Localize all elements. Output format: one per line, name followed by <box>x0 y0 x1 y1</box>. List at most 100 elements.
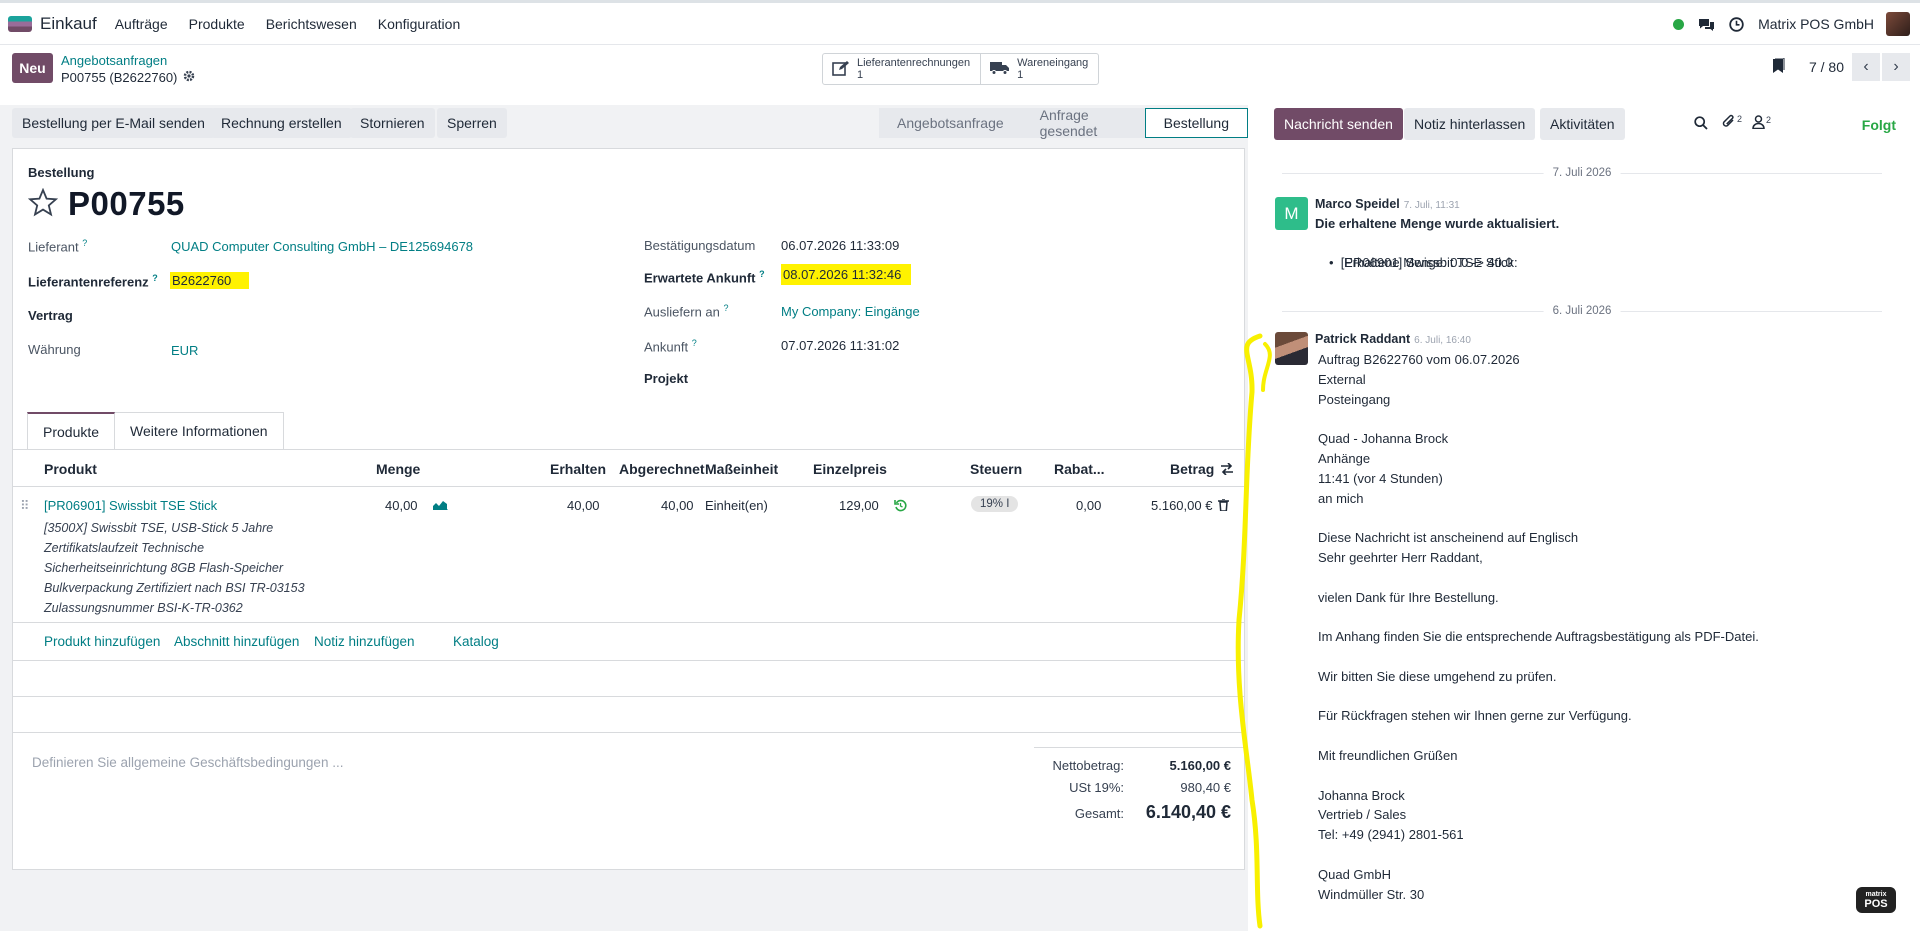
discuss-icon[interactable] <box>1698 17 1715 32</box>
line-discount[interactable]: 0,00 <box>1076 498 1101 513</box>
order-name: P00755 <box>68 185 185 222</box>
optional-columns-icon[interactable] <box>1220 462 1234 478</box>
expected-arrival-field[interactable]: 08.07.2026 11:32:46 <box>781 264 912 285</box>
attachments-count: 2 <box>1737 114 1743 124</box>
company-switcher[interactable]: Matrix POS GmbH <box>1758 16 1874 32</box>
order-lines-header: Produkt Menge Erhalten Abgerechnet Maßei… <box>13 449 1244 487</box>
notebook-tabs: Produkte Weitere Informationen <box>27 412 284 449</box>
confirmation-date-field[interactable]: 06.07.2026 11:33:09 <box>781 238 899 253</box>
menu-berichtswesen[interactable]: Berichtswesen <box>266 16 357 32</box>
receipt-label: Wareneingang <box>1017 57 1089 69</box>
author-avatar[interactable] <box>1275 332 1308 365</box>
user-avatar[interactable] <box>1886 12 1910 36</box>
send-message-button[interactable]: Nachricht senden <box>1274 108 1403 140</box>
tab-products[interactable]: Produkte <box>27 412 116 449</box>
search-messages-icon[interactable] <box>1694 116 1708 130</box>
activity-clock-icon[interactable] <box>1729 16 1744 32</box>
tax-label: USt 19%: <box>1069 780 1124 795</box>
deliver-to-field[interactable]: My Company: Eingänge <box>781 304 920 319</box>
col-quantity[interactable]: Menge <box>376 461 420 477</box>
new-button[interactable]: Neu <box>12 53 53 83</box>
receipt-button[interactable]: Wareneingang 1 <box>980 54 1098 84</box>
col-subtotal[interactable]: Betrag <box>1170 461 1214 477</box>
lock-order-button[interactable]: Sperren <box>437 108 507 138</box>
forecast-chart-icon[interactable] <box>433 498 448 513</box>
online-status-icon[interactable] <box>1673 18 1685 30</box>
vendor-label: Lieferant ? <box>28 238 88 255</box>
vendor-bills-button[interactable]: Lieferantenrechnungen 1 <box>823 54 980 84</box>
history-icon[interactable] <box>894 499 907 515</box>
col-billed[interactable]: Abgerechnet <box>619 461 705 477</box>
menu-auftraege[interactable]: Aufträge <box>115 16 168 32</box>
activities-button[interactable]: Aktivitäten <box>1540 108 1625 140</box>
author-avatar[interactable]: M <box>1275 197 1308 230</box>
pager-previous-button[interactable]: ‹ <box>1852 53 1880 81</box>
untaxed-label: Nettobetrag: <box>1052 758 1124 773</box>
line-product[interactable]: [PR06901] Swissbit TSE Stick <box>44 498 217 513</box>
app-brand[interactable]: Einkauf <box>8 14 97 34</box>
vendor-reference-value: B2622760 <box>170 272 250 289</box>
line-quantity[interactable]: 40,00 <box>385 498 418 513</box>
trash-icon[interactable] <box>1218 498 1229 514</box>
total-amount: 6.140,40 € <box>1145 802 1231 822</box>
breadcrumb-current: P00755 (B2622760) <box>61 70 195 85</box>
star-icon[interactable] <box>27 187 59 220</box>
col-product[interactable]: Produkt <box>44 461 97 477</box>
confirmation-date-label: Bestätigungsdatum <box>644 238 756 253</box>
col-discount[interactable]: Rabat... <box>1054 461 1105 477</box>
message-body: Auftrag B2622760 vom 06.07.2026 External… <box>1318 352 1759 902</box>
message-subject: Die erhaltene Menge wurde aktualisiert. <box>1315 216 1560 231</box>
tab-other-info[interactable]: Weitere Informationen <box>115 412 284 449</box>
following-button[interactable]: Folgt <box>1862 117 1896 133</box>
vendor-field[interactable]: QUAD Computer Consulting GmbH – DE125694… <box>171 239 473 254</box>
contract-label: Vertrag <box>28 308 73 323</box>
send-po-email-button[interactable]: Bestellung per E-Mail senden <box>12 108 215 138</box>
catalog-link[interactable]: Katalog <box>453 634 499 649</box>
order-line-row[interactable]: ⠿ [PR06901] Swissbit TSE Stick [3500X] S… <box>13 487 1244 623</box>
add-line-row: Produkt hinzufügen Abschnitt hinzufügen … <box>13 623 1244 661</box>
log-note-button[interactable]: Notiz hinterlassen <box>1404 108 1536 140</box>
document-type: Bestellung <box>28 165 95 180</box>
terms-conditions-field[interactable]: Definieren Sie allgemeine Geschäftsbedin… <box>32 755 343 770</box>
col-received[interactable]: Erhalten <box>550 461 606 477</box>
gear-icon[interactable] <box>183 70 195 85</box>
empty-row <box>13 661 1244 697</box>
breadcrumb-rfq[interactable]: Angebotsanfragen <box>61 53 167 68</box>
line-tax-badge[interactable]: 19% I <box>971 496 1019 512</box>
col-taxes[interactable]: Steuern <box>970 461 1022 477</box>
line-received[interactable]: 40,00 <box>567 498 600 513</box>
stage-purchase-order[interactable]: Bestellung <box>1144 108 1248 138</box>
add-section-link[interactable]: Abschnitt hinzufügen <box>174 634 299 649</box>
pager-value[interactable]: 7 / 80 <box>1809 59 1844 75</box>
menu-produkte[interactable]: Produkte <box>189 16 245 32</box>
create-bill-button[interactable]: Rechnung erstellen <box>211 108 352 138</box>
stage-rfq[interactable]: Angebotsanfrage <box>879 108 1022 138</box>
arrival-label: Ankunft ? <box>644 338 697 355</box>
menu-konfiguration[interactable]: Konfiguration <box>378 16 461 32</box>
pager-next-button[interactable]: › <box>1882 53 1910 81</box>
col-uom[interactable]: Maßeinheit <box>705 461 778 477</box>
line-description[interactable]: [3500X] Swissbit TSE, USB-Stick 5 Jahre … <box>44 518 305 618</box>
message-author[interactable]: Patrick Raddant 6. Juli, 16:40 <box>1315 332 1471 346</box>
col-unit-price[interactable]: Einzelpreis <box>813 461 887 477</box>
line-unit-price[interactable]: 129,00 <box>839 498 879 513</box>
bookmark-icon[interactable] <box>1771 57 1785 77</box>
top-navbar: Einkauf Aufträge Produkte Berichtswesen … <box>0 3 1920 45</box>
add-note-link[interactable]: Notiz hinzufügen <box>314 634 415 649</box>
smart-buttons: Lieferantenrechnungen 1 Wareneingang 1 <box>822 53 1100 85</box>
untaxed-amount: 5.160,00 € <box>1169 758 1231 773</box>
arrival-field[interactable]: 07.07.2026 11:31:02 <box>781 338 899 353</box>
main-menu: Aufträge Produkte Berichtswesen Konfigur… <box>115 16 482 32</box>
stage-rfq-sent[interactable]: Anfrage gesendet <box>1021 107 1145 139</box>
line-uom[interactable]: Einheit(en) <box>705 498 768 513</box>
drag-handle-icon[interactable]: ⠿ <box>20 498 30 514</box>
add-product-link[interactable]: Produkt hinzufügen <box>44 634 160 649</box>
matrix-pos-logo: matrix POS <box>1856 887 1896 913</box>
message-author[interactable]: Marco Speidel 7. Juli, 11:31 <box>1315 197 1460 211</box>
tax-amount: 980,40 € <box>1180 780 1231 795</box>
followers-button[interactable]: 2 <box>1752 115 1771 132</box>
attachments-button[interactable]: 2 <box>1722 114 1742 132</box>
currency-field[interactable]: EUR <box>171 343 198 358</box>
cancel-order-button[interactable]: Stornieren <box>350 108 435 138</box>
vendor-reference-field[interactable]: B2622760 <box>170 272 250 289</box>
